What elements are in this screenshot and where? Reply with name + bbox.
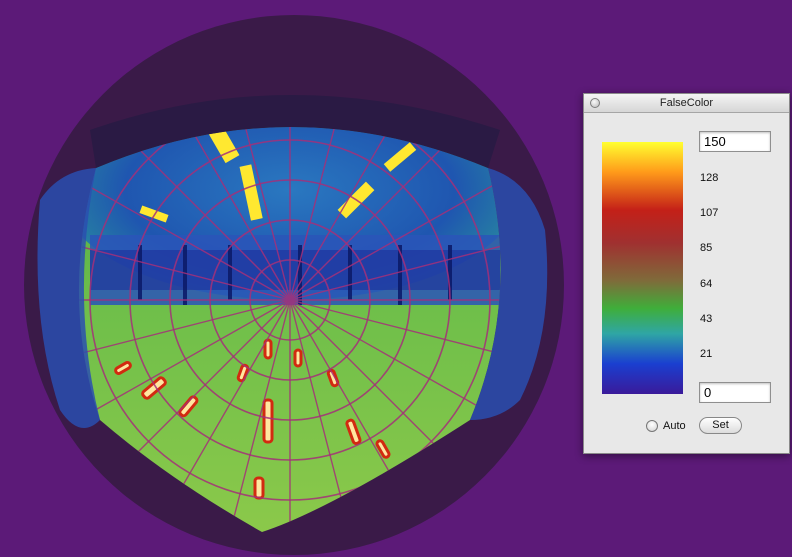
set-button[interactable]: Set — [699, 417, 742, 434]
auto-radio-button[interactable] — [646, 420, 658, 432]
desktop-background: FalseColor 128 107 85 6 — [0, 0, 792, 557]
auto-label: Auto — [663, 420, 686, 432]
max-value-field[interactable] — [699, 131, 771, 152]
tick-label: 21 — [700, 348, 713, 360]
tick-label: 43 — [700, 313, 713, 325]
window-titlebar[interactable]: FalseColor — [584, 94, 789, 113]
tick-label: 85 — [700, 242, 713, 254]
tick-label: 64 — [700, 278, 713, 290]
min-value-field[interactable] — [699, 382, 771, 403]
window-title: FalseColor — [659, 97, 714, 109]
falsecolor-window: FalseColor 128 107 85 6 — [583, 93, 790, 454]
close-button[interactable] — [590, 98, 600, 108]
tick-label: 107 — [700, 207, 719, 219]
color-scale-bar — [602, 142, 683, 394]
tick-label: 128 — [700, 172, 719, 184]
